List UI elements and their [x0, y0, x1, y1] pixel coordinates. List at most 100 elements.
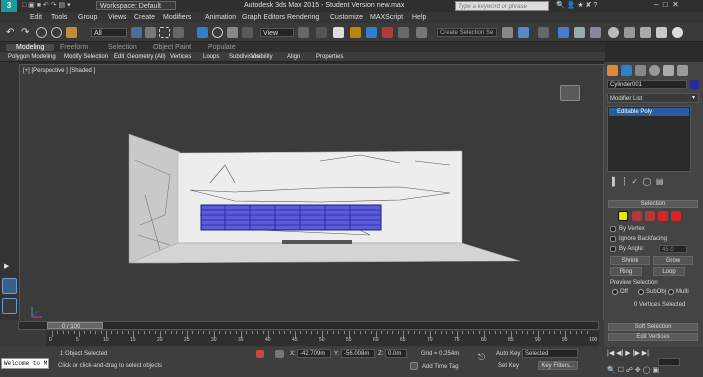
- ribbon-item-loops[interactable]: Loops: [203, 54, 219, 60]
- window-crossing-icon[interactable]: [173, 27, 184, 38]
- align-icon[interactable]: [518, 27, 529, 38]
- redo-icon[interactable]: ↷: [21, 27, 32, 38]
- unlink-icon[interactable]: [51, 27, 62, 38]
- ribbon-item-edit[interactable]: Edit: [114, 54, 124, 60]
- ribbon-item-vertices[interactable]: Vertices: [170, 54, 191, 60]
- snaps-toggle-icon[interactable]: [350, 27, 361, 38]
- select-object-icon[interactable]: [131, 27, 142, 38]
- selection-rollout-header[interactable]: Selection: [608, 200, 698, 208]
- render-teapot-icon[interactable]: [672, 27, 683, 38]
- spinner-snap-icon[interactable]: [398, 27, 409, 38]
- named-selection-dropdown[interactable]: Create Selection Se: [437, 28, 497, 37]
- layer-manager-icon[interactable]: [538, 27, 549, 38]
- grow-button[interactable]: Grow: [653, 256, 693, 265]
- pivot-center-icon[interactable]: [298, 27, 309, 38]
- info-center-icons[interactable]: 🔍 👤 ★ ✘ ?: [556, 2, 597, 9]
- track-bar[interactable]: 0 5 10 15 20 25 30 35 40 45 50 55 60 65 70 75 80 85 90 95 10…: [46, 331, 599, 346]
- menu-customize[interactable]: Customize: [330, 14, 363, 21]
- x-coord-field[interactable]: -42.709m: [297, 349, 331, 358]
- render-setup-icon[interactable]: [624, 27, 635, 38]
- add-time-tag-label[interactable]: Add Time Tag: [422, 364, 459, 370]
- menu-views[interactable]: Views: [108, 14, 127, 21]
- ribbon-tab-selection[interactable]: Selection: [108, 44, 137, 51]
- select-link-icon[interactable]: [36, 27, 47, 38]
- ribbon-item-geometry-all-[interactable]: Geometry (All): [127, 54, 166, 60]
- preview-multi-radio[interactable]: [668, 289, 674, 295]
- by-angle-checkbox[interactable]: [610, 246, 616, 252]
- ribbon-tab-freeform[interactable]: Freeform: [60, 44, 88, 51]
- scene-explorer-icon[interactable]: [558, 27, 569, 38]
- key-mode-dropdown[interactable]: Selected: [522, 349, 578, 358]
- select-scale-icon[interactable]: [227, 27, 238, 38]
- mirror-icon[interactable]: [502, 27, 513, 38]
- vertex-mode-icon[interactable]: [618, 211, 628, 221]
- curve-editor-icon[interactable]: [574, 27, 585, 38]
- ribbon-item-visibility[interactable]: Visibility: [251, 54, 273, 60]
- create-tab-icon[interactable]: [607, 65, 618, 76]
- menu-modifiers[interactable]: Modifiers: [163, 14, 191, 21]
- ribbon-item-properties[interactable]: Properties: [316, 54, 343, 60]
- window-controls[interactable]: – □ ✕: [654, 1, 679, 9]
- soft-selection-rollout-header[interactable]: Soft Selection: [608, 323, 698, 331]
- motion-tab-icon[interactable]: [649, 65, 660, 76]
- menu-tools[interactable]: Tools: [51, 14, 67, 21]
- viewport-navigation-icons[interactable]: 🔍 ☐ ☍ ✥ ◯ ▣: [607, 367, 659, 374]
- modifier-list-dropdown[interactable]: Modifier List ▾: [607, 93, 699, 103]
- maxscript-listener[interactable]: Welcome to M: [1, 358, 49, 369]
- menu-group[interactable]: Group: [78, 14, 97, 21]
- menu-maxscript[interactable]: MAXScript: [370, 14, 403, 21]
- ribbon-item-align[interactable]: Align: [287, 54, 300, 60]
- preview-off-radio[interactable]: [612, 289, 618, 295]
- modify-tab-icon[interactable]: [621, 65, 632, 76]
- add-time-tag-icon[interactable]: [410, 362, 418, 370]
- reference-coordinate-dropdown[interactable]: View: [260, 28, 294, 37]
- shrink-button[interactable]: Shrink: [610, 256, 650, 265]
- polygon-mode-icon[interactable]: [658, 211, 668, 221]
- percent-snap-icon[interactable]: [382, 27, 393, 38]
- keyboard-shortcut-icon[interactable]: [333, 27, 344, 38]
- rectangular-selection-icon[interactable]: [159, 27, 170, 38]
- time-slider-thumb[interactable]: 0 / 100: [47, 322, 103, 330]
- ribbon-tab-populate[interactable]: Populate: [208, 44, 236, 51]
- edit-named-selection-icon[interactable]: [416, 27, 427, 38]
- manipulate-icon[interactable]: [316, 27, 327, 38]
- bind-space-warp-icon[interactable]: [66, 27, 77, 38]
- ignore-backfacing-checkbox[interactable]: [610, 236, 616, 242]
- angle-snap-icon[interactable]: [366, 27, 377, 38]
- menu-edit[interactable]: Edit: [30, 14, 42, 21]
- auto-key-button[interactable]: Auto Key: [496, 351, 520, 357]
- key-icon[interactable]: ⎋: [478, 352, 494, 362]
- absolute-mode-icon[interactable]: [275, 350, 284, 358]
- select-rotate-icon[interactable]: [212, 27, 223, 38]
- rendered-frame-icon[interactable]: [640, 27, 651, 38]
- render-production-icon[interactable]: [656, 27, 667, 38]
- by-vertex-checkbox[interactable]: [610, 226, 616, 232]
- ribbon-tab-modeling[interactable]: Modeling: [6, 44, 55, 51]
- object-name-field[interactable]: Cylinder001: [607, 80, 687, 89]
- selection-filter-dropdown[interactable]: All: [91, 28, 127, 37]
- menu-create[interactable]: Create: [134, 14, 155, 21]
- ribbon-item-modify-selection[interactable]: Modify Selection: [64, 54, 108, 60]
- preview-subobj-radio[interactable]: [638, 289, 644, 295]
- ring-button[interactable]: Ring: [610, 267, 642, 276]
- key-filters-button[interactable]: Key Filters...: [538, 361, 578, 370]
- hierarchy-tab-icon[interactable]: [635, 65, 646, 76]
- ribbon-tab-object-paint[interactable]: Object Paint: [153, 44, 191, 51]
- time-slider[interactable]: 0 / 100: [18, 321, 599, 330]
- modifier-stack[interactable]: Editable Poly: [607, 106, 691, 172]
- viewport-layout-1-icon[interactable]: [2, 278, 17, 294]
- border-mode-icon[interactable]: [645, 211, 655, 221]
- perspective-viewport[interactable]: [+] [Perspective ] [Shaded ]: [19, 64, 604, 330]
- undo-icon[interactable]: ↶: [6, 27, 17, 38]
- workspace-dropdown[interactable]: Workspace: Default: [96, 1, 176, 10]
- play-viewport-icon[interactable]: ▶: [4, 262, 15, 271]
- menu-graph-editors[interactable]: Graph Editors: [242, 14, 285, 21]
- menu-rendering[interactable]: Rendering: [287, 14, 319, 21]
- ribbon-item-polygon-modeling[interactable]: Polygon Modeling: [8, 54, 56, 60]
- lock-selection-icon[interactable]: [256, 350, 264, 358]
- z-coord-field[interactable]: 0.0m: [385, 349, 407, 358]
- utilities-tab-icon[interactable]: [677, 65, 688, 76]
- by-angle-spinner[interactable]: 45.0: [659, 245, 687, 253]
- stack-item-editable-poly[interactable]: Editable Poly: [609, 108, 689, 116]
- stack-tools-icons[interactable]: ▌ ┆ ✓ ◯ ▤: [612, 178, 663, 186]
